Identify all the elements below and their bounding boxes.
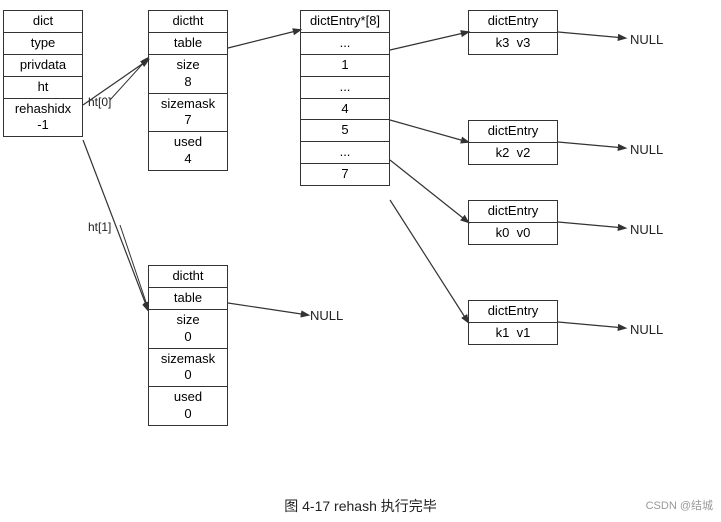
- entry-k2v2-kv: k2 v2: [469, 143, 557, 164]
- entry-k1v1-box: dictEntry k1 v1: [468, 300, 558, 345]
- dictht0-box: dictht table size8 sizemask7 used4: [148, 10, 228, 171]
- entry-k0v0-box: dictEntry k0 v0: [468, 200, 558, 245]
- entry-k3v3-box: dictEntry k3 v3: [468, 10, 558, 55]
- dictht0-cell-size: size8: [149, 55, 227, 94]
- dictht1-cell-title: dictht: [149, 266, 227, 288]
- null-k3v3: NULL: [630, 32, 663, 47]
- dict-cell-dict: dict: [4, 11, 82, 33]
- dictht1-cell-sizemask: sizemask0: [149, 349, 227, 388]
- array-cell-2: ...: [301, 77, 389, 99]
- dictht0-cell-title: dictht: [149, 11, 227, 33]
- dictht0-cell-sizemask: sizemask7: [149, 94, 227, 133]
- entry-k3v3-kv: k3 v3: [469, 33, 557, 54]
- dict-box: dict type privdata ht rehashidx-1: [3, 10, 83, 137]
- dict-cell-rehashidx: rehashidx-1: [4, 99, 82, 137]
- dict-cell-type: type: [4, 33, 82, 55]
- entry-k1v1-kv: k1 v1: [469, 323, 557, 344]
- array-cell-1: 1: [301, 55, 389, 77]
- null-k0v0: NULL: [630, 222, 663, 237]
- entry-k2v2-title: dictEntry: [469, 121, 557, 143]
- dictht1-cell-table: table: [149, 288, 227, 310]
- array-cell-5: 5: [301, 120, 389, 142]
- entry-k0v0-title: dictEntry: [469, 201, 557, 223]
- entry-k1v1-title: dictEntry: [469, 301, 557, 323]
- array-title: dictEntry*[8]: [301, 11, 389, 33]
- array-cell-7: 7: [301, 164, 389, 185]
- array-cell-4: 4: [301, 99, 389, 121]
- entry-k0v0-kv: k0 v0: [469, 223, 557, 244]
- dict-cell-privdata: privdata: [4, 55, 82, 77]
- entry-k3v3-title: dictEntry: [469, 11, 557, 33]
- entry-k2v2-box: dictEntry k2 v2: [468, 120, 558, 165]
- dictht1-box: dictht table size0 sizemask0 used0: [148, 265, 228, 426]
- dict-cell-ht: ht: [4, 77, 82, 99]
- array-cell-0: ...: [301, 33, 389, 55]
- watermark: CSDN @结城: [646, 497, 713, 513]
- ht1-label: ht[1]: [88, 220, 111, 234]
- dictht1-cell-size: size0: [149, 310, 227, 349]
- null-ht1-table: NULL: [310, 308, 343, 323]
- dictht0-cell-used: used4: [149, 132, 227, 170]
- null-k2v2: NULL: [630, 142, 663, 157]
- null-k1v1: NULL: [630, 322, 663, 337]
- diagram-caption: 图 4-17 rehash 执行完毕: [0, 490, 721, 522]
- ht0-label: ht[0]: [88, 95, 111, 109]
- array-cell-6: ...: [301, 142, 389, 164]
- dictht0-cell-table: table: [149, 33, 227, 55]
- array-box: dictEntry*[8] ... 1 ... 4 5 ... 7: [300, 10, 390, 186]
- dictht1-cell-used: used0: [149, 387, 227, 425]
